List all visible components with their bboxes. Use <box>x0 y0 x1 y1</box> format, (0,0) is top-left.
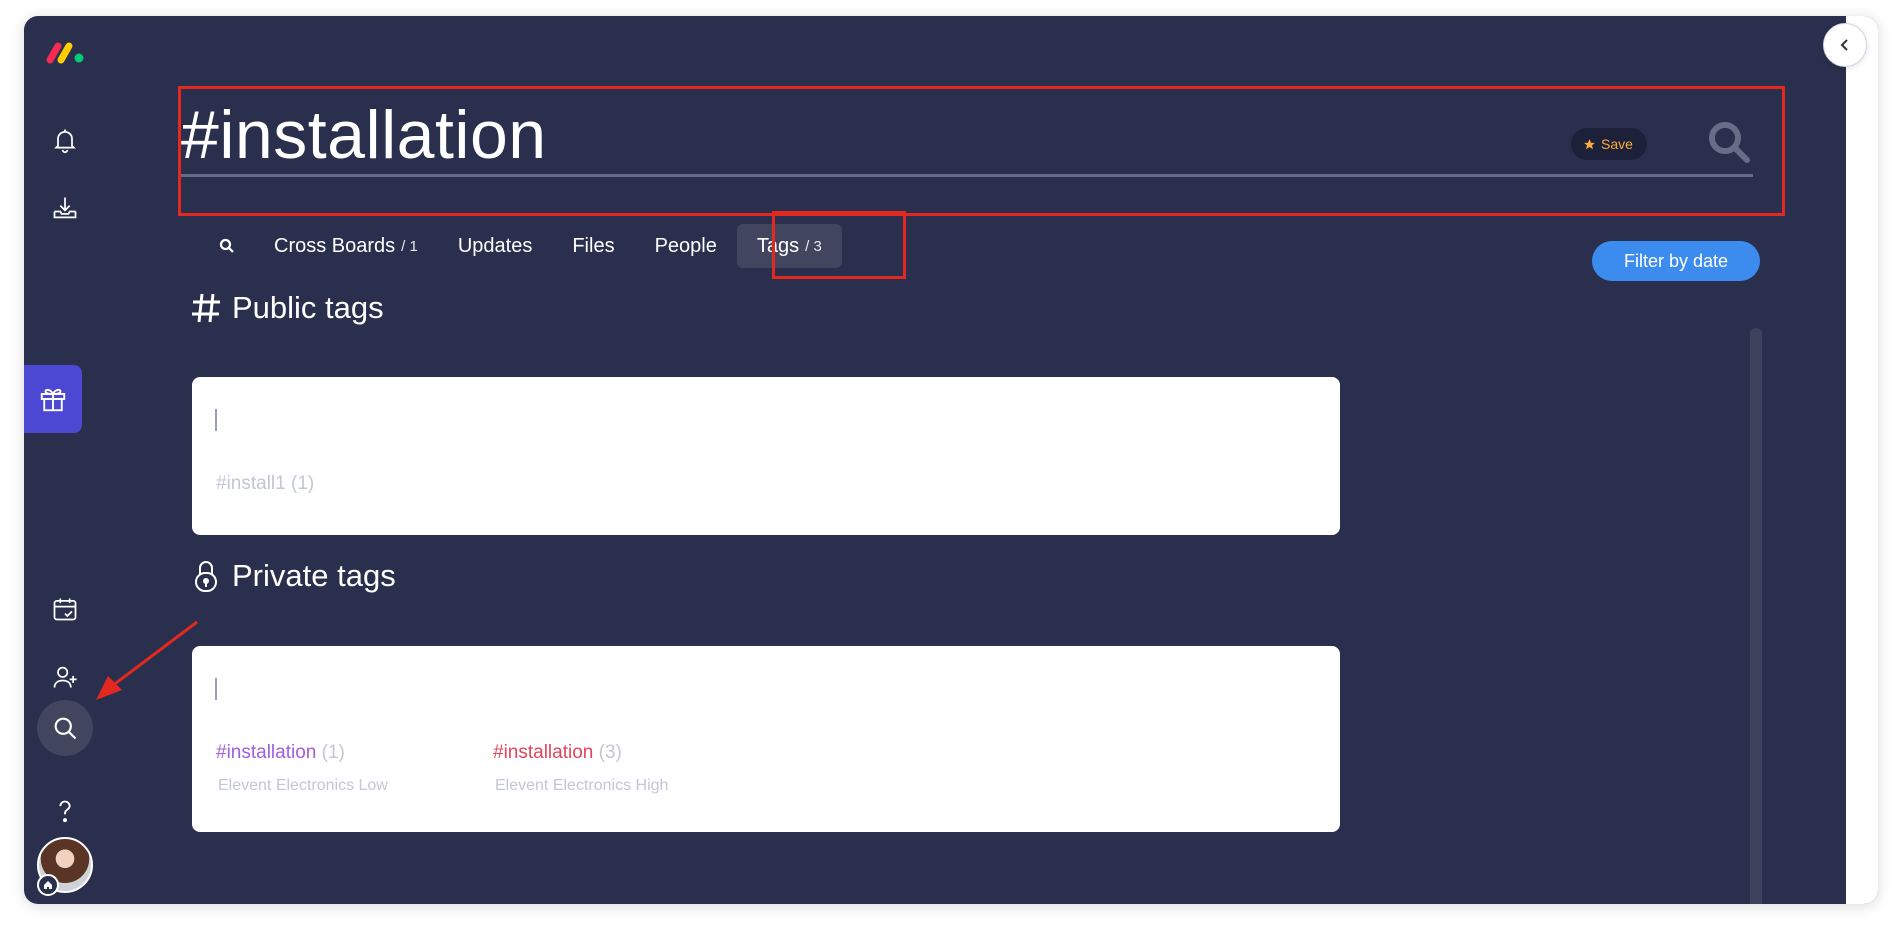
tab-search[interactable] <box>200 224 254 268</box>
filter-by-date-button[interactable]: Filter by date <box>1592 241 1760 281</box>
tab-label: Tags <box>756 234 800 257</box>
sidebar-search-icon[interactable] <box>37 700 93 756</box>
lock-icon <box>195 561 217 592</box>
annotation-arrow-icon <box>96 620 198 700</box>
tag-link[interactable]: #installation (3) <box>493 742 622 764</box>
gift-icon[interactable] <box>24 365 82 433</box>
hash-icon <box>192 293 220 323</box>
invite-user-icon[interactable] <box>42 654 88 700</box>
private-tags-heading: Private tags <box>190 558 396 594</box>
tag-board-name: Elevent Electronics Low <box>218 777 388 794</box>
app-window: #installation Save Cross Boards / 1 Upda… <box>24 16 1878 904</box>
public-tags-card: #install1 (1) <box>192 377 1340 535</box>
tab-people[interactable]: People <box>635 224 737 268</box>
section-title: Private tags <box>232 558 396 593</box>
tab-label: Updates <box>457 234 533 257</box>
tab-tags[interactable]: Tags / 3 <box>736 224 842 268</box>
inbox-download-icon[interactable] <box>42 185 88 231</box>
save-search-button[interactable]: Save <box>1571 128 1647 160</box>
tab-label: People <box>654 234 717 257</box>
tag-count: (1) <box>291 473 315 494</box>
right-panel-edge <box>1846 16 1878 904</box>
tag-count: (3) <box>598 742 622 763</box>
tag-name: #installation <box>493 742 594 763</box>
tab-count: / 3 <box>805 237 822 255</box>
section-title: Public tags <box>232 290 384 325</box>
text-caret <box>215 678 217 700</box>
private-tags-card: #installation (1) Elevent Electronics Lo… <box>192 646 1340 832</box>
tag-board-name: Elevent Electronics High <box>495 777 669 794</box>
tab-updates[interactable]: Updates <box>438 224 553 268</box>
star-icon <box>1584 138 1595 149</box>
tag-name: #install1 <box>216 473 286 494</box>
search-icon[interactable] <box>1707 120 1751 164</box>
tab-count: / 1 <box>401 237 418 255</box>
tab-cross-boards[interactable]: Cross Boards / 1 <box>254 224 438 268</box>
search-tabs: Cross Boards / 1 Updates Files People Ta… <box>200 222 842 270</box>
tab-files[interactable]: Files <box>552 224 634 268</box>
calendar-check-icon[interactable] <box>42 586 88 632</box>
search-icon <box>219 238 234 253</box>
bell-icon[interactable] <box>42 117 88 163</box>
collapse-panel-button[interactable] <box>1823 23 1867 67</box>
tab-label: Cross Boards <box>274 234 396 257</box>
public-tags-heading: Public tags <box>190 290 384 326</box>
tab-label: Files <box>572 234 615 257</box>
home-icon <box>37 874 59 896</box>
text-caret <box>215 409 217 431</box>
tag-link[interactable]: #install1 (1) <box>216 473 314 495</box>
chevron-left-icon <box>1840 39 1848 51</box>
search-input[interactable]: #installation <box>181 96 547 174</box>
tag-count: (1) <box>321 742 345 763</box>
tag-name: #installation <box>216 742 317 763</box>
save-label: Save <box>1601 136 1633 152</box>
search-underline <box>181 174 1753 177</box>
help-icon[interactable] <box>42 789 88 835</box>
search-header: #installation Save <box>181 86 1784 186</box>
tag-link[interactable]: #installation (1) <box>216 742 345 764</box>
monday-logo[interactable] <box>44 36 88 66</box>
scrollbar[interactable] <box>1750 328 1762 904</box>
